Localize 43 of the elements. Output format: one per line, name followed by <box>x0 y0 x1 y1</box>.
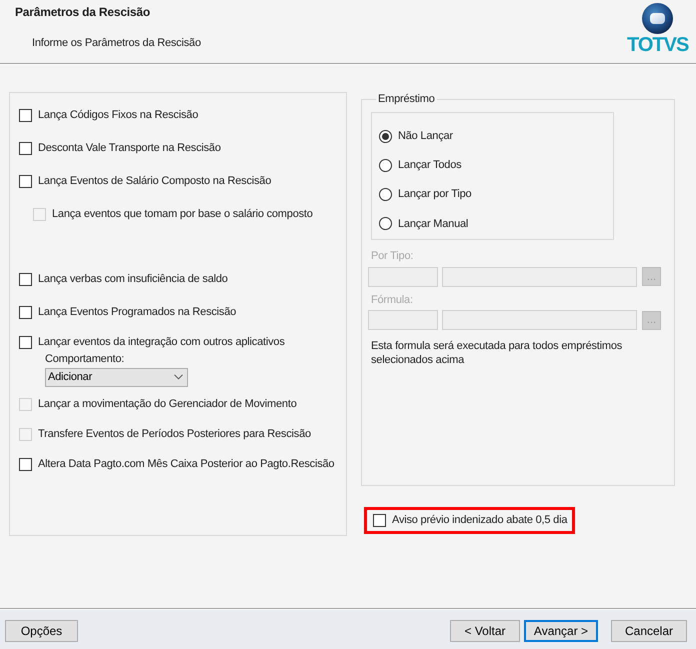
input-field[interactable] <box>368 310 438 330</box>
dropdown[interactable]: Adicionar <box>45 368 188 386</box>
radio-label[interactable]: Lançar por Tipo <box>398 186 472 203</box>
checkbox[interactable] <box>19 272 32 286</box>
input-field[interactable] <box>368 266 438 286</box>
checkbox-label[interactable]: Lançar eventos da integração com outros aplicativos <box>38 334 285 350</box>
radio-label[interactable]: Lançar Todos <box>398 157 462 174</box>
dropdown-label: Comportamento: <box>45 352 124 367</box>
checkbox[interactable] <box>19 336 32 348</box>
radio-button[interactable] <box>379 158 392 172</box>
group-title: Empréstimo <box>377 92 436 106</box>
input-field[interactable] <box>442 266 637 286</box>
radio-button[interactable] <box>379 130 392 142</box>
checkbox[interactable] <box>19 108 32 122</box>
dialog-subtitle: Informe os Parâmetros da Rescisão <box>32 36 201 51</box>
checkbox-label[interactable]: Lança Eventos Programados na Rescisão <box>38 304 236 320</box>
radio-button[interactable] <box>379 188 392 202</box>
checkbox-label[interactable]: Lança verbas com insuficiência de saldo <box>38 270 228 288</box>
note-text: Esta formula será executada para todos empréstimos selecionados acima <box>371 339 624 367</box>
next-button[interactable]: Avançar > <box>524 620 598 642</box>
radio-button[interactable] <box>379 217 392 230</box>
logo-text: TOTVS <box>627 36 689 54</box>
checkbox-label[interactable]: Lança Eventos de Salário Composto na Rescisão <box>38 172 272 190</box>
radio-label[interactable]: Lançar Manual <box>398 216 468 232</box>
field-label: Fórmula: <box>371 292 413 306</box>
dialog-title: Parâmetros da Rescisão <box>15 4 150 21</box>
checkbox[interactable] <box>19 142 32 154</box>
chevron-down-icon <box>174 374 183 380</box>
logo-icon <box>642 3 673 34</box>
checkbox-label[interactable]: Desconta Vale Transporte na Rescisão <box>38 140 221 156</box>
field-label: Por Tipo: <box>371 249 414 263</box>
checkbox[interactable] <box>19 458 32 471</box>
checkbox[interactable] <box>373 514 386 527</box>
radio-label[interactable]: Não Lançar <box>398 128 453 144</box>
checkbox-label[interactable]: Aviso prévio indenizado abate 0,5 dia <box>392 512 568 528</box>
checkbox-label[interactable]: Altera Data Pagto.com Mês Caixa Posterior ao Pagto.Rescisão <box>38 456 334 473</box>
options-button[interactable]: Opções <box>5 620 78 642</box>
back-button[interactable]: < Voltar <box>450 620 520 642</box>
checkbox[interactable] <box>19 306 32 318</box>
cancel-button[interactable]: Cancelar <box>611 620 687 642</box>
checkbox[interactable] <box>19 174 32 188</box>
input-field[interactable] <box>442 310 637 330</box>
checkbox-label[interactable]: Lança Códigos Fixos na Rescisão <box>38 106 198 124</box>
